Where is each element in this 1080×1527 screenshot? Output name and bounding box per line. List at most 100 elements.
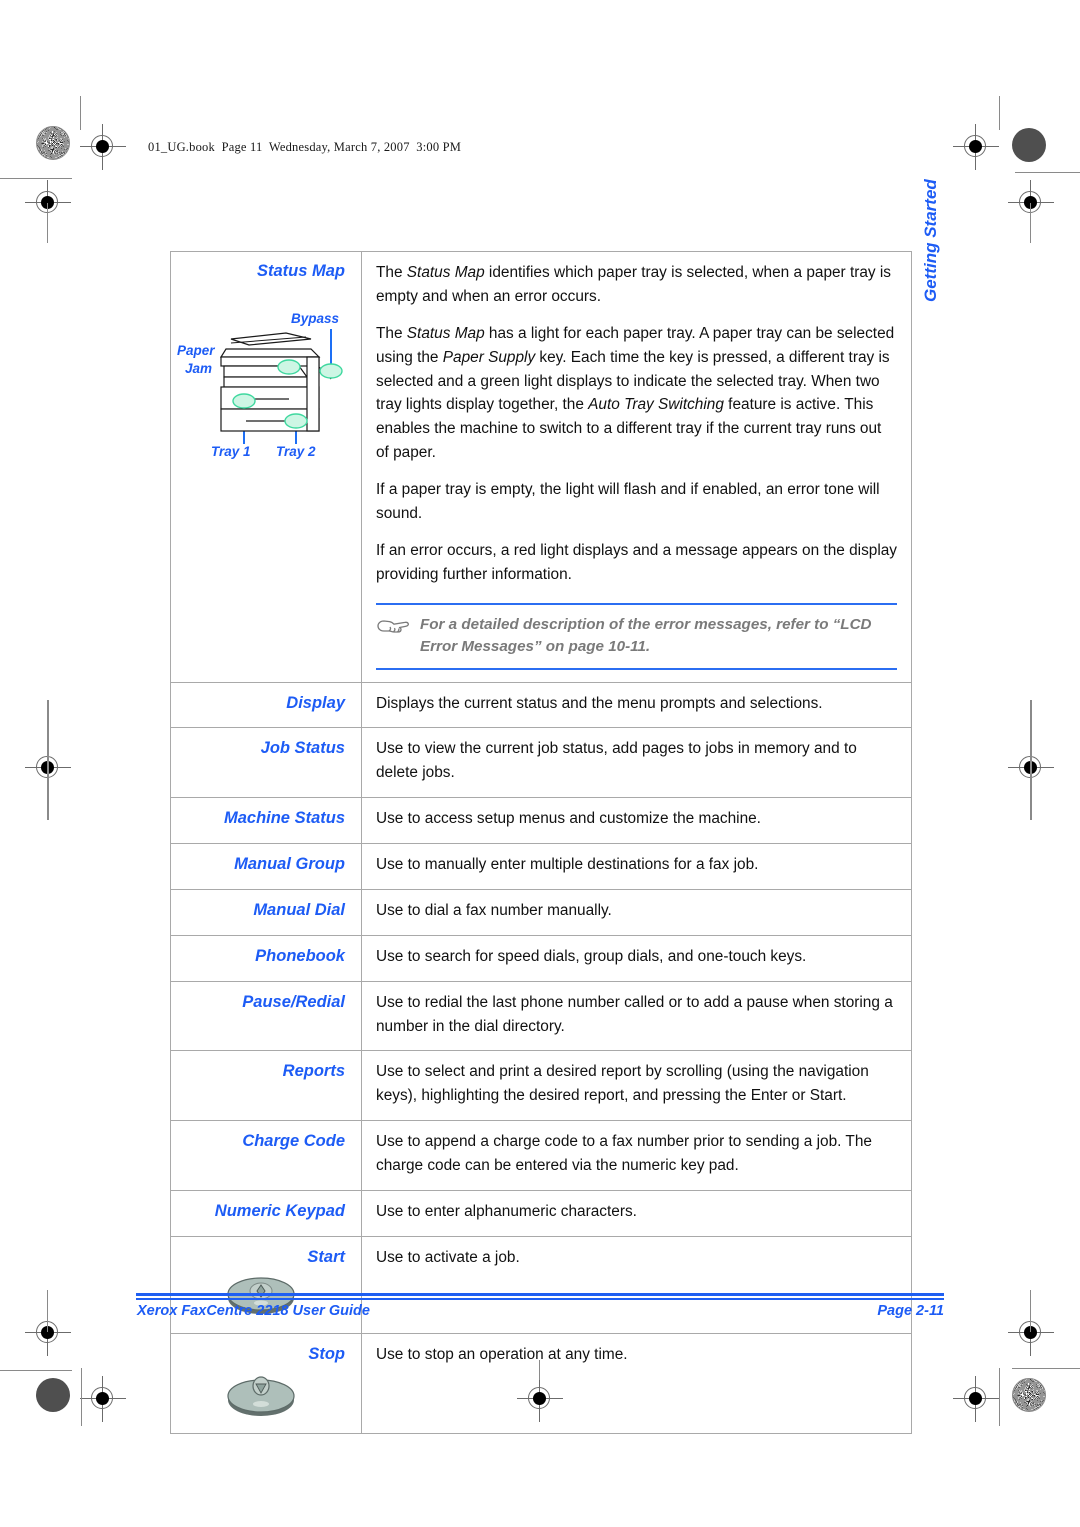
crop-mark-top-right-vertical (999, 96, 1000, 130)
body-text: If an error occurs, a red light displays… (376, 541, 898, 583)
feature-label: Phonebook (255, 946, 345, 965)
registration-crosshair-top-left (80, 124, 126, 170)
status-map-paragraph: If an error occurs, a red light displays… (376, 539, 897, 587)
feature-label-cell: Pause/Redial (170, 980, 362, 1052)
feature-label-cell: Numeric Keypad (170, 1189, 362, 1237)
feature-description-cell: Use to append a charge code to a fax num… (361, 1120, 912, 1191)
table-row: Machine Status Use to access setup menus … (170, 797, 912, 845)
emphasis-term: Status Map (406, 264, 485, 281)
feature-description: Displays the current status and the menu… (376, 694, 823, 712)
status-map-paragraph: The Status Map identifies which paper tr… (376, 261, 897, 309)
crop-mark-right-top-horizontal (1015, 172, 1080, 173)
feature-description: Use to enter alphanumeric characters. (376, 1202, 637, 1220)
note-text: For a detailed description of the error … (420, 615, 872, 655)
feature-description-cell: Displays the current status and the menu… (361, 681, 912, 729)
table-row-status-map: Status Map Bypass Paper Jam Tray 1 Tray … (170, 251, 912, 683)
registration-crosshair-lower-right (1008, 1310, 1054, 1356)
table-body: Status Map Bypass Paper Jam Tray 1 Tray … (170, 251, 912, 1435)
crop-mark-left-top-horizontal (0, 178, 72, 179)
diagram-label-bypass: Bypass (291, 311, 340, 326)
registration-crosshair-upper-left (25, 180, 71, 226)
table-row: Numeric Keypad Use to enter alphanumeric … (170, 1189, 912, 1237)
registration-burst-bottom-right (1012, 1378, 1046, 1412)
table-row: Reports Use to select and print a desired… (170, 1050, 912, 1122)
feature-label: Machine Status (223, 809, 345, 828)
crop-mark-bottom-left-vertical (81, 1368, 82, 1426)
feature-label-cell: Display (170, 681, 362, 729)
feature-label: Job Status (260, 739, 345, 758)
feature-description-cell: Use to activate a job. (361, 1235, 912, 1335)
diagram-label-jam: Jam (185, 361, 213, 376)
registration-solid-bottom-left (36, 1378, 70, 1412)
feature-label-cell: Start (170, 1235, 362, 1335)
feature-description-cell: Use to search for speed dials, group dia… (361, 934, 912, 982)
pointing-hand-icon (376, 615, 410, 645)
feature-description: Use to activate a job. (376, 1248, 520, 1266)
feature-label: Manual Group (234, 855, 345, 874)
registration-burst-top-left (36, 126, 70, 160)
table-row: Phonebook Use to search for speed dials, … (170, 934, 912, 982)
feature-label-cell: Job Status (170, 727, 362, 799)
body-text: If a paper tray is empty, the light will… (376, 481, 880, 522)
feature-label-cell: Phonebook (170, 934, 362, 982)
feature-description: Use to append a charge code to a fax num… (376, 1133, 872, 1175)
footer-rule-top (136, 1293, 944, 1296)
feature-description: Use to manually enter multiple destinati… (376, 856, 759, 874)
crop-mark-mid-left-vertical (47, 700, 49, 820)
status-map-diagram: Bypass Paper Jam Tray 1 Tray 2 (171, 281, 362, 461)
table-row: Manual Group Use to manually enter multip… (170, 843, 912, 890)
feature-description: Use to access setup menus and customize … (376, 810, 761, 828)
crop-mark-right-lower-horizontal (1012, 1368, 1080, 1369)
crop-mark-top-left-vertical (80, 96, 81, 130)
diagram-label-tray1: Tray 1 (211, 444, 251, 459)
feature-label-cell: Machine Status (170, 797, 362, 845)
feature-label: Charge Code (242, 1132, 345, 1151)
feature-description: Use to view the current job status, add … (376, 740, 857, 782)
feature-label: Manual Dial (253, 900, 345, 919)
crop-mark-left-lower-horizontal (0, 1370, 72, 1371)
diagram-label-tray2: Tray 2 (276, 444, 316, 459)
crop-mark-mid-right-vertical (1030, 700, 1032, 820)
book-header-slug: 01_UG.book Page 11 Wednesday, March 7, 2… (148, 140, 462, 154)
footer-rule-bottom (136, 1298, 944, 1300)
registration-crosshair-bottom-right (953, 1376, 999, 1422)
chapter-side-tab: Getting Started (921, 179, 940, 302)
status-map-description-cell: The Status Map identifies which paper tr… (361, 251, 912, 683)
feature-label-cell: Reports (170, 1050, 362, 1122)
note-callout: For a detailed description of the error … (376, 602, 897, 670)
body-text: The (376, 324, 407, 342)
table-row: Charge Code Use to append a charge code t… (170, 1120, 912, 1191)
status-map-label-cell: Status Map Bypass Paper Jam Tray 1 Tray … (170, 251, 362, 683)
body-text: The (376, 264, 407, 281)
control-panel-feature-table: Status Map Bypass Paper Jam Tray 1 Tray … (170, 251, 912, 1435)
emphasis-term: Paper Supply (442, 348, 536, 366)
crop-mark-right-lowmid-vertical (1030, 1290, 1031, 1332)
feature-description: Use to dial a fax number manually. (376, 901, 612, 919)
table-row: Pause/Redial Use to redial the last phone… (170, 980, 912, 1052)
status-map-paragraph: If a paper tray is empty, the light will… (376, 478, 897, 526)
registration-crosshair-bottom-left (80, 1376, 126, 1422)
feature-description-cell: Use to redial the last phone number call… (361, 980, 912, 1052)
table-row: Start Use to activate a job. (170, 1235, 912, 1335)
table-row: Manual Dial Use to dial a fax number manu… (170, 888, 912, 936)
emphasis-term: Auto Tray Switching (588, 396, 724, 414)
footer-page-number: Page 2-11 (877, 1303, 944, 1319)
emphasis-term: Status Map (406, 324, 485, 342)
feature-description: Use to stop an operation at any time. (376, 1346, 628, 1364)
table-row: Stop Use to stop an operation at any tim… (170, 1333, 912, 1435)
feature-description-cell: Use to select and print a desired report… (361, 1050, 912, 1122)
feature-description-cell: Use to enter alphanumeric characters. (361, 1189, 912, 1237)
registration-solid-top-right (1012, 128, 1046, 162)
status-map-label: Status Map (256, 262, 345, 280)
feature-description-cell: Use to dial a fax number manually. (361, 888, 912, 936)
feature-label: Numeric Keypad (214, 1201, 345, 1220)
diagram-label-paper: Paper (177, 343, 215, 358)
feature-description-cell: Use to manually enter multiple destinati… (361, 843, 912, 890)
status-map-paragraph: The Status Map has a light for each pape… (376, 322, 897, 465)
feature-label-cell: Charge Code (170, 1120, 362, 1191)
stop-button-illustration (227, 1376, 295, 1417)
crop-mark-left-upper-vertical (47, 203, 48, 243)
crop-mark-bottom-right-vertical (999, 1368, 1000, 1426)
table-row: Job Status Use to view the current job st… (170, 727, 912, 799)
registration-crosshair-upper-right (1008, 180, 1054, 226)
